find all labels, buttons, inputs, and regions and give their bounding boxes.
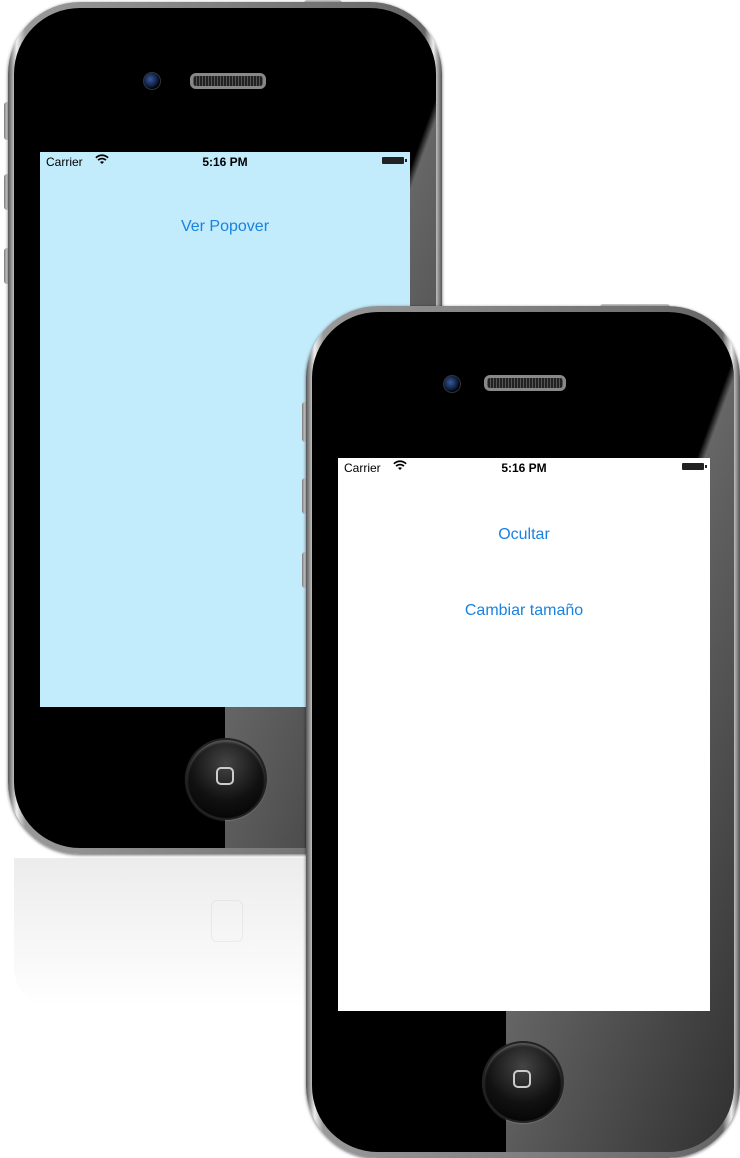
home-square-icon xyxy=(513,1070,531,1088)
cambiar-tamano-button[interactable]: Cambiar tamaño xyxy=(338,602,710,620)
earpiece-speaker-icon xyxy=(484,375,566,391)
status-bar: Carrier 5:16 PM xyxy=(338,458,710,478)
status-time: 5:16 PM xyxy=(202,155,248,169)
home-button[interactable] xyxy=(185,738,267,820)
home-square-icon xyxy=(216,767,234,785)
wifi-icon xyxy=(393,460,407,474)
iphone-front: Carrier 5:16 PM Ocultar Cambiar tamaño xyxy=(302,304,740,1158)
screen: Carrier 5:16 PM Ocultar Cambiar tamaño xyxy=(338,458,710,1011)
battery-icon xyxy=(682,463,707,470)
reflection-home-button xyxy=(211,900,243,942)
front-camera-icon xyxy=(443,375,461,393)
wifi-icon xyxy=(95,154,109,168)
carrier-label: Carrier xyxy=(46,155,83,169)
earpiece-speaker-icon xyxy=(190,73,266,89)
carrier-label: Carrier xyxy=(344,461,381,475)
home-button[interactable] xyxy=(482,1041,564,1123)
status-time: 5:16 PM xyxy=(501,461,547,475)
ocultar-button[interactable]: Ocultar xyxy=(338,526,710,544)
status-bar: Carrier 5:16 PM xyxy=(40,152,410,172)
front-camera-icon xyxy=(143,72,161,90)
battery-icon xyxy=(382,157,407,164)
ver-popover-button[interactable]: Ver Popover xyxy=(40,218,410,236)
